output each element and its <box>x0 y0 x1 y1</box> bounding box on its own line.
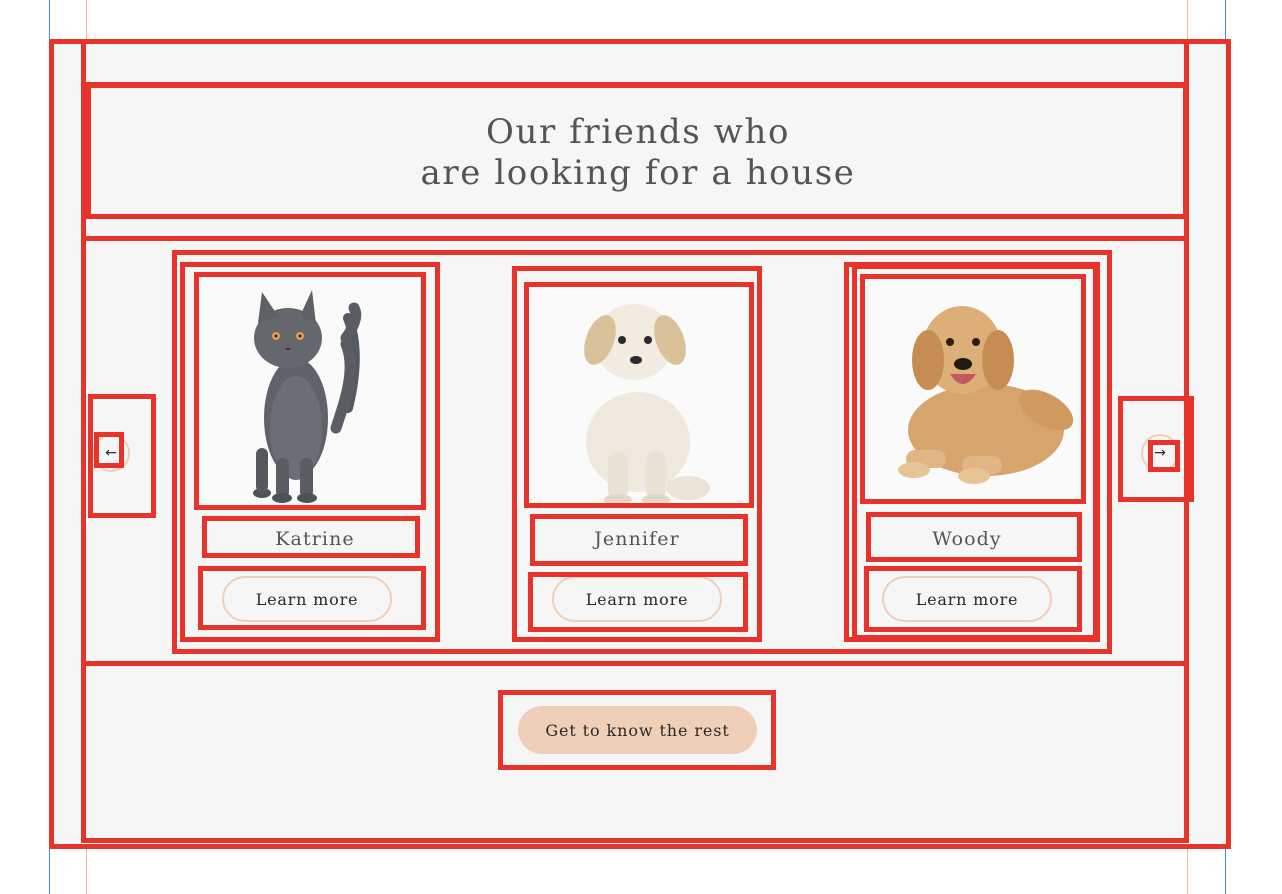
outline-photo-katrine <box>194 272 426 510</box>
outline-cta <box>498 690 776 770</box>
outline-name-katrine <box>202 516 420 558</box>
outline-name-woody <box>866 512 1082 562</box>
outline-button-jennifer <box>528 572 748 632</box>
outline-top-strip <box>81 39 1189 87</box>
outline-name-jennifer <box>530 514 748 566</box>
outline-photo-jennifer <box>524 282 754 508</box>
outline-button-woody <box>864 566 1082 632</box>
outline-photo-woody <box>860 274 1086 504</box>
outline-title <box>86 83 1188 219</box>
outline-prev-arrow-icon <box>94 432 124 468</box>
outline-next-arrow-icon <box>1148 440 1180 472</box>
outline-button-katrine <box>198 566 426 630</box>
